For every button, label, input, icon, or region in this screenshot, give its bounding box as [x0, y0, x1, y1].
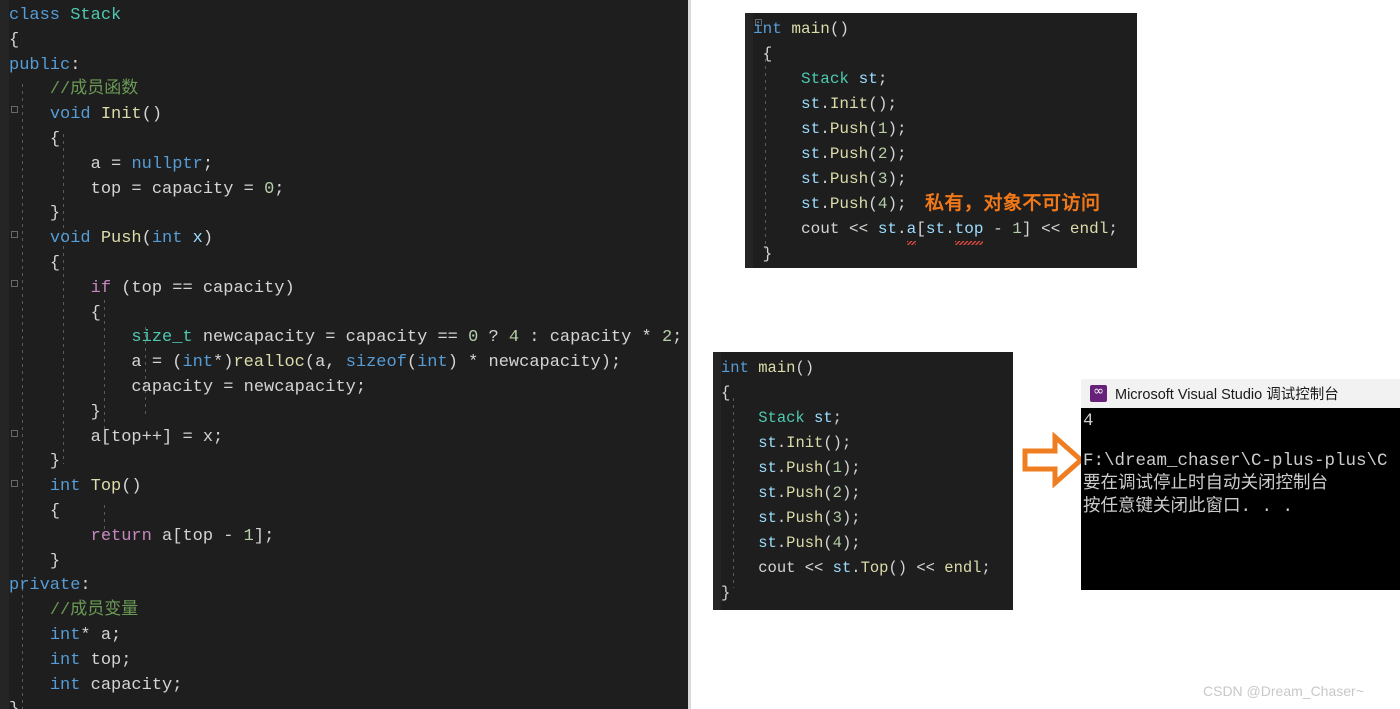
code-line: if (top == capacity)	[90, 278, 295, 298]
code-line: int main()	[721, 359, 815, 377]
main-public-ok-code-body[interactable]: int main() { Stack st; st.Init(); st.Pus…	[721, 352, 1013, 610]
main-private-error-code-body[interactable]: int main() { Stack st; st.Init(); st.Pus…	[753, 13, 1137, 268]
code-line: }	[49, 204, 61, 224]
error-token-a: a	[906, 217, 916, 245]
console-output-value: 4	[1083, 411, 1094, 431]
console-title-text: Microsoft Visual Studio 调试控制台	[1115, 387, 1339, 403]
code-line: st.Push(4);	[758, 534, 861, 552]
code-line: top = capacity = 0;	[90, 179, 285, 199]
visual-studio-debug-console-window[interactable]: Microsoft Visual Studio 调试控制台 4 F:\dream…	[1081, 379, 1400, 590]
code-line: int capacity;	[49, 675, 183, 695]
code-line: st.Init();	[801, 95, 898, 113]
code-line: capacity = newcapacity;	[131, 377, 367, 397]
console-output-area[interactable]: 4 F:\dream_chaser\C-plus-plus\C 要在调试停止时自…	[1081, 408, 1400, 590]
main-private-error-editor-panel[interactable]: int main() { Stack st; st.Init(); st.Pus…	[745, 13, 1137, 268]
code-line: st.Push(1);	[758, 459, 861, 477]
code-line: {	[49, 501, 61, 521]
console-line-press-any-key: 按任意键关闭此窗口. . .	[1083, 497, 1294, 517]
code-line: st.Push(2);	[758, 484, 861, 502]
code-line: st.Push(1);	[801, 120, 907, 138]
right-arrow-icon	[1022, 432, 1084, 488]
code-line: Stack st;	[758, 409, 842, 427]
code-line: //成员函数	[49, 80, 139, 100]
code-line: }	[49, 452, 61, 472]
code-line: return a[top - 1];	[90, 526, 275, 546]
code-line: }	[721, 584, 731, 602]
csdn-watermark: CSDN @Dream_Chaser~	[1203, 683, 1364, 699]
code-line: st.Init();	[758, 434, 852, 452]
editor-gutter-left	[713, 352, 721, 610]
editor-gutter-left	[0, 0, 9, 709]
visual-studio-icon	[1090, 381, 1107, 403]
class-stack-editor-panel[interactable]: class Stack { public: //成员函数 void Init()…	[0, 0, 691, 709]
code-line: }	[90, 402, 101, 422]
code-line: public:	[9, 55, 81, 75]
code-line: size_t newcapacity = capacity == 0 ? 4 :…	[131, 328, 683, 348]
code-line: {	[721, 384, 731, 402]
code-line: {	[762, 45, 773, 63]
console-line-path: F:\dream_chaser\C-plus-plus\C	[1083, 451, 1388, 471]
class-stack-code-body[interactable]: class Stack { public: //成员函数 void Init()…	[9, 0, 688, 709]
code-line: Stack st;	[801, 70, 888, 88]
code-line: cout << st.a[st.top - 1] << endl;	[753, 217, 1137, 245]
code-line: class Stack	[9, 6, 122, 25]
console-titlebar[interactable]: Microsoft Visual Studio 调试控制台	[1081, 379, 1400, 408]
code-line: cout << st.Top() << endl;	[758, 559, 991, 577]
code-line: private:	[9, 576, 91, 596]
code-line: }	[49, 551, 61, 571]
code-line: }	[9, 698, 688, 709]
code-line: }	[762, 245, 773, 263]
error-token-top: top	[954, 217, 983, 245]
code-line: int main()	[753, 20, 850, 38]
code-line: st.Push(3);	[758, 509, 861, 527]
code-line: int* a;	[49, 625, 122, 645]
code-line: a = (int*)realloc(a, sizeof(int) * newca…	[131, 353, 622, 373]
code-line: a[top++] = x;	[90, 427, 224, 447]
code-line: st.Push(2);	[801, 145, 907, 163]
code-line: int Top()	[49, 477, 142, 497]
code-line: int top;	[49, 650, 132, 670]
code-line: a = nullptr;	[90, 154, 214, 174]
editor-gutter-left	[745, 13, 753, 268]
code-line: {	[9, 30, 20, 50]
code-line: {	[49, 253, 61, 273]
code-line: //成员变量	[49, 601, 139, 621]
code-line: void Init()	[49, 105, 163, 125]
code-line: void Push(int x)	[49, 229, 214, 249]
console-line-autoclose-hint: 要在调试停止时自动关闭控制台	[1083, 474, 1328, 494]
code-line: {	[90, 303, 101, 323]
annotation-private-not-accessible: 私有，对象不可访问	[925, 193, 1101, 214]
main-public-ok-editor-panel[interactable]: int main() { Stack st; st.Init(); st.Pus…	[713, 352, 1013, 610]
code-line: {	[49, 129, 61, 149]
